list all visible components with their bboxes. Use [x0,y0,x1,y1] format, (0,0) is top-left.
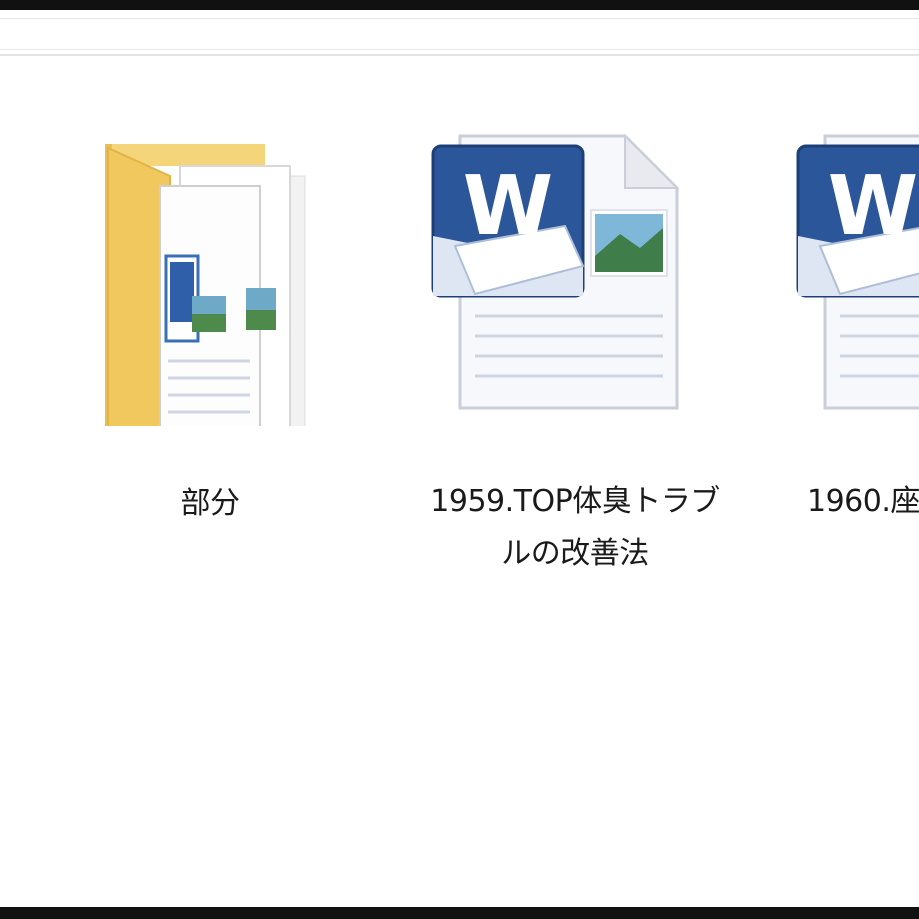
folder-with-documents-icon [105,144,306,426]
word-document-icon: W [796,134,919,410]
address-field[interactable] [0,18,919,50]
svg-text:W: W [463,159,553,254]
file-name-label: 1959.TOP体臭トラブルの改善法 [430,484,720,571]
word-document-icon: W [431,133,680,410]
explorer-window: 部分 W 1959.TOP体臭トラブルの改善法 W 1960.座 [0,10,919,907]
svg-text:W: W [828,159,918,254]
file-item-folder[interactable]: 部分 [50,106,370,546]
address-bar[interactable] [0,10,919,56]
file-list-view[interactable]: 部分 W 1959.TOP体臭トラブルの改善法 W 1960.座 [0,56,919,907]
file-name-label: 部分 [180,486,241,521]
file-item-word-document[interactable]: W 1960.座 [780,116,919,596]
file-item-word-document[interactable]: W 1959.TOP体臭トラブルの改善法 [415,116,735,596]
file-name-label: 1960.座 [807,484,919,519]
